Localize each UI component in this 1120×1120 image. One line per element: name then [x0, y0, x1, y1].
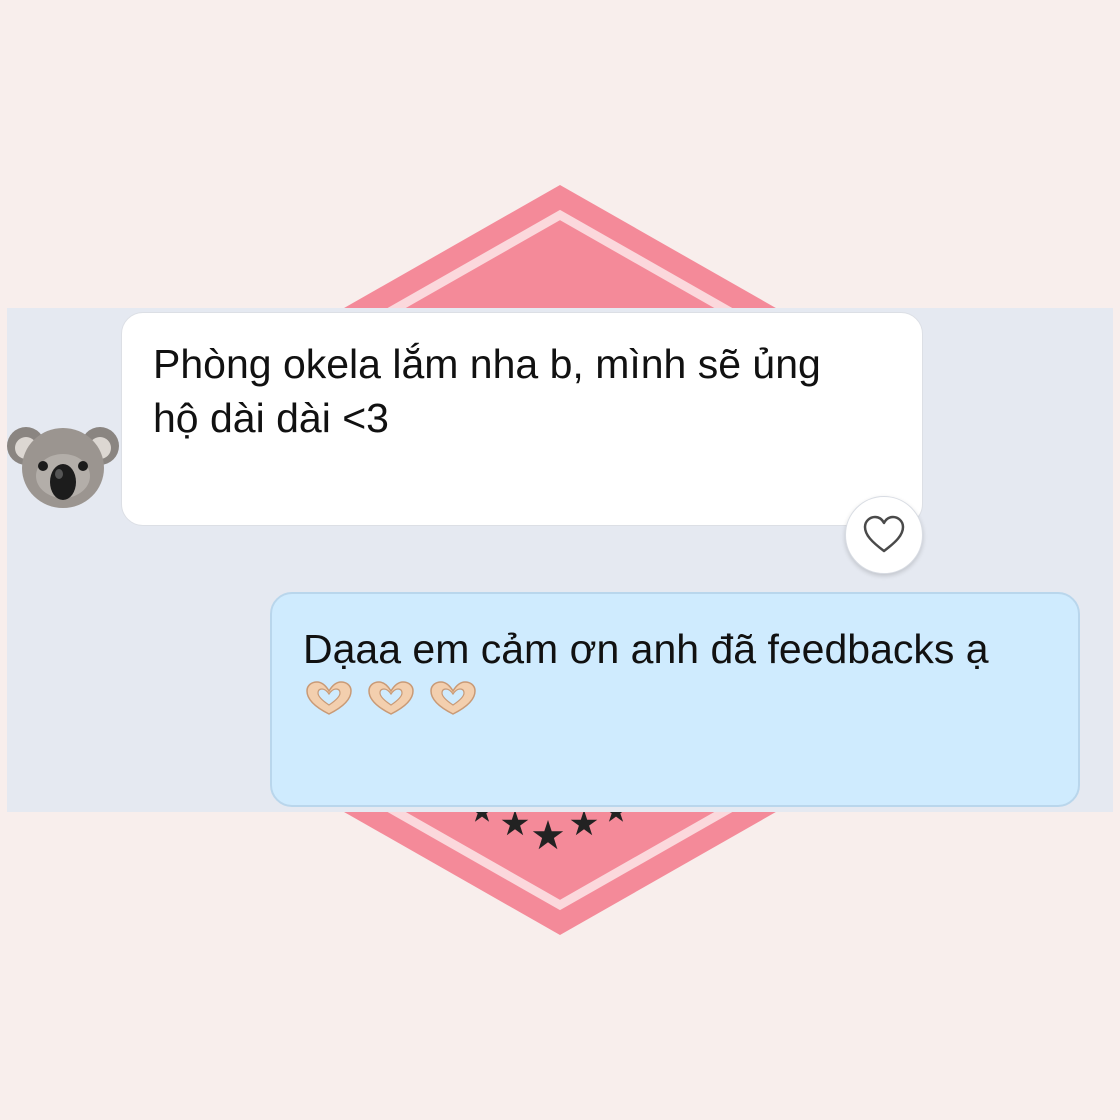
heart-hands-icon	[306, 681, 352, 715]
heart-hands-icon	[368, 681, 414, 715]
emoji-row	[303, 680, 1048, 718]
heart-outline-icon	[863, 515, 905, 553]
heart-hands-icon	[430, 681, 476, 715]
outgoing-message-text: Dạaa em cảm ơn anh đã feedbacks ạ	[303, 626, 989, 672]
heart-reaction-button[interactable]	[845, 496, 923, 574]
koala-avatar-icon[interactable]	[6, 412, 120, 512]
outgoing-message-bubble[interactable]: Dạaa em cảm ơn anh đã feedbacks ạ	[270, 592, 1080, 807]
incoming-message-text: Phòng okela lắm nha b, mình sẽ ủng hộ dà…	[153, 341, 821, 441]
incoming-message-bubble[interactable]: Phòng okela lắm nha b, mình sẽ ủng hộ dà…	[121, 312, 923, 526]
